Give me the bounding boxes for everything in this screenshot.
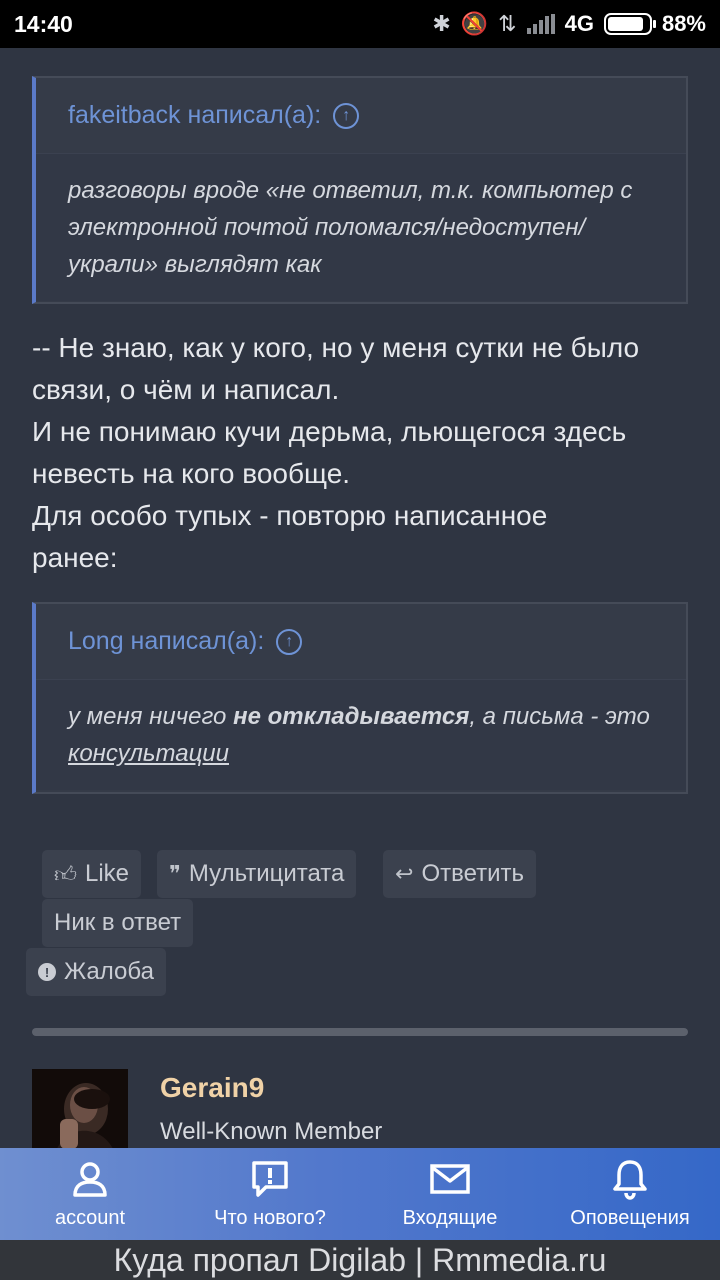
post-divider: [32, 1028, 688, 1036]
thumbs-up-icon: 👍︎: [54, 861, 77, 887]
quote-bold-text: не откладывается: [233, 703, 470, 730]
nick-reply-button[interactable]: Ник в ответ: [42, 899, 194, 947]
whats-new-icon: [252, 1161, 288, 1197]
quote-text: , а письма - это: [469, 703, 650, 730]
username[interactable]: Gerain9: [160, 1072, 264, 1104]
thread-content: fakeitback написал(а): ↑ разговоры вроде…: [0, 48, 720, 1148]
nick-reply-label: Ник в ответ: [54, 909, 182, 936]
nav-label: Входящие: [402, 1207, 498, 1229]
multiquote-label: Мультицитата: [188, 860, 345, 887]
page-caption: Куда пропал Digilab | Rmmedia.ru: [0, 1240, 720, 1280]
nav-label: Оповещения: [570, 1207, 690, 1229]
nav-whats-new[interactable]: Что нового?: [180, 1148, 360, 1240]
account-icon: [73, 1162, 107, 1197]
report-label: Жалоба: [64, 958, 154, 985]
network-type: 4G: [564, 11, 594, 36]
quote-header[interactable]: Long написал(а): ↑: [36, 604, 686, 680]
quote-block-long: Long написал(а): ↑ у меня ничего не откл…: [32, 602, 688, 794]
quote-header[interactable]: fakeitback написал(а): ↑: [36, 78, 686, 154]
multiquote-button[interactable]: ❞ Мультицитата: [157, 850, 357, 898]
jump-to-quote-icon[interactable]: ↑: [333, 102, 360, 129]
reply-button[interactable]: ↩ Ответить: [383, 850, 537, 898]
like-button[interactable]: 👍︎ Like: [42, 850, 142, 898]
battery-icon: [603, 13, 656, 35]
mute-icon: 🔕: [460, 11, 489, 36]
quote-author-link[interactable]: fakeitback написал(а):: [68, 101, 321, 130]
bottom-nav: account Что нового? Входящие Оповещения: [0, 1148, 720, 1240]
post-message: -- Не знаю, как у кого, но у меня сутки …: [32, 327, 692, 579]
post-line: ранее:: [32, 542, 118, 573]
quote-icon: ❞: [169, 861, 181, 886]
bluetooth-icon: ✱: [432, 11, 451, 36]
warning-icon: !: [38, 963, 56, 981]
nav-label: account: [54, 1207, 126, 1229]
quote-block-fakeitback: fakeitback написал(а): ↑ разговоры вроде…: [32, 76, 688, 304]
post-line: невесть на кого вообще.: [32, 458, 351, 489]
quote-link-text[interactable]: консультации: [68, 740, 229, 767]
nav-notifications[interactable]: Оповещения: [540, 1148, 720, 1240]
status-bar: 14:40 ✱ 🔕 ⇅ 4G 88%: [0, 0, 720, 48]
nav-inbox[interactable]: Входящие: [360, 1148, 540, 1240]
inbox-icon: [430, 1164, 470, 1194]
signal-icon: [526, 14, 555, 34]
post-line: И не понимаю кучи дерьма, льющегося здес…: [32, 416, 627, 447]
quote-text: у меня ничего: [68, 703, 234, 730]
avatar[interactable]: [32, 1069, 128, 1148]
data-transfer-icon: ⇅: [498, 11, 517, 36]
jump-to-quote-icon[interactable]: ↑: [276, 628, 303, 655]
reply-icon: ↩: [395, 861, 414, 886]
post-line: связи, о чём и написал.: [32, 374, 340, 405]
post-line: Для особо тупых - повторю написанное: [32, 500, 548, 531]
battery-percent: 88%: [661, 11, 706, 36]
quote-body: у меня ничего не откладывается, а письма…: [36, 680, 686, 790]
quote-author-link[interactable]: Long написал(а):: [68, 627, 264, 656]
post-line: -- Не знаю, как у кого, но у меня сутки …: [32, 332, 640, 363]
like-label: Like: [85, 860, 130, 887]
bell-icon: [613, 1160, 647, 1200]
reply-label: Ответить: [421, 860, 525, 887]
report-button[interactable]: ! Жалоба: [26, 948, 166, 996]
nav-label: Что нового?: [214, 1207, 326, 1229]
quote-body: разговоры вроде «не ответил, т.к. компью…: [36, 154, 686, 301]
user-title: Well-Known Member: [160, 1118, 383, 1145]
nav-account[interactable]: account: [0, 1148, 180, 1240]
status-time: 14:40: [14, 10, 73, 37]
